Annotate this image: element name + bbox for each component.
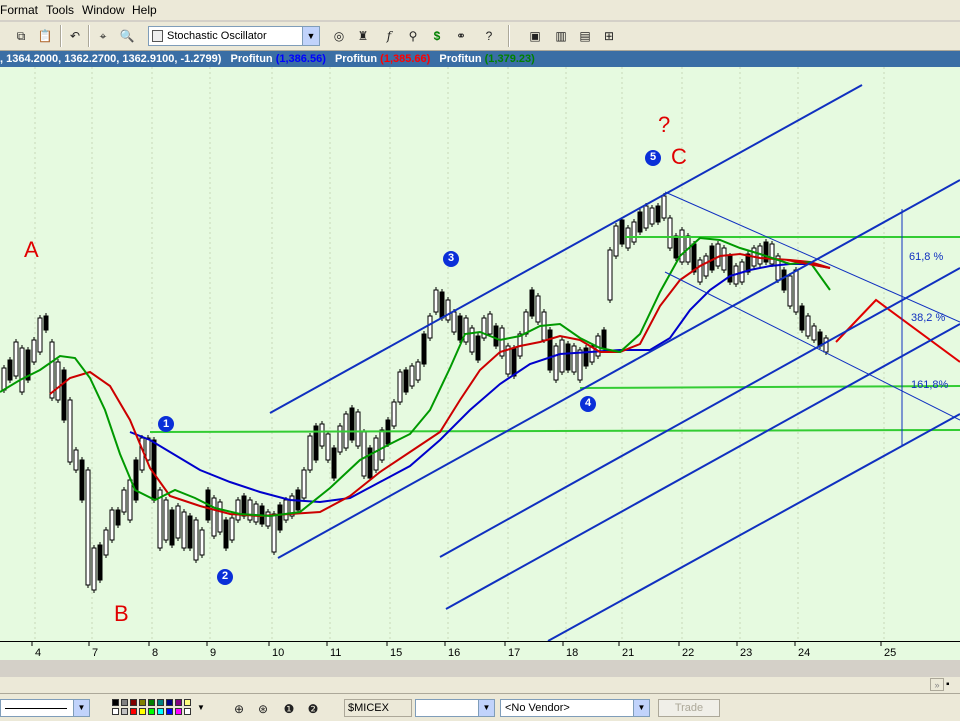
insert-function-icon[interactable]: f: [380, 27, 398, 45]
indicator1-label: Profitun: [230, 53, 273, 65]
insert-strategy-icon[interactable]: ♜: [354, 27, 372, 45]
x-tick-label: 11: [330, 647, 341, 659]
insert-object-icon[interactable]: ◎: [330, 27, 348, 45]
dollar-icon[interactable]: $: [428, 27, 446, 45]
page-1-icon[interactable]: ❶: [280, 700, 298, 718]
chevron-down-icon[interactable]: ▼: [478, 700, 494, 716]
indicator2-value: (1,385.66): [380, 53, 431, 65]
wave-1-label: 1: [162, 418, 170, 430]
indicator3-label: Profitun: [439, 53, 482, 65]
drawing-style-select[interactable]: ▼: [0, 699, 90, 717]
copy-icon[interactable]: ⧉: [12, 27, 30, 45]
help-pointer-icon[interactable]: ?: [480, 27, 498, 45]
x-tick-label: 24: [798, 647, 810, 659]
x-tick-label: 15: [390, 647, 402, 659]
parallel-line-1: [439, 267, 960, 558]
wave-b-label: B: [114, 601, 129, 626]
trade-button[interactable]: Trade: [658, 699, 720, 717]
x-tick-label: 7: [92, 647, 98, 659]
zoom-icon[interactable]: 🔍: [118, 27, 136, 45]
wave-c-label: C: [671, 144, 687, 169]
indicator-icon: [152, 30, 163, 42]
price-chart[interactable]: 1 2 3 4 5 A B C ? 61,8 % 38,2 % 161,8%: [0, 67, 960, 641]
exchange-select[interactable]: ▼: [415, 699, 495, 717]
globe-refresh-icon[interactable]: ⊛: [254, 700, 272, 718]
menu-bar: Format Tools Window Help: [0, 0, 960, 20]
crosshair-icon[interactable]: ⌖: [94, 27, 112, 45]
x-tick-label: 22: [682, 647, 694, 659]
wave-3-label: 3: [447, 252, 455, 264]
indicator1-value: (1,386.56): [275, 53, 326, 65]
bottom-toolbar: ▼ ▼ ⊕ ⊛ ❶ ❷ $MICEX ▼ <No Vendor> ▼ Trade: [0, 693, 960, 721]
support-line: [149, 429, 960, 433]
indicator-select[interactable]: Stochastic Oscillator ▼: [148, 26, 320, 46]
chevron-down-icon[interactable]: ▼: [73, 700, 89, 716]
fib-382-label: 38,2 %: [911, 312, 946, 324]
x-axis: 4 7 8 9 10 11 15 16 17 18 21 22 23 24 25: [0, 641, 960, 660]
wave-5-label: 5: [649, 151, 657, 163]
symbol-field[interactable]: $MICEX: [344, 699, 412, 717]
wave-4-label: 4: [584, 397, 592, 409]
color-palette[interactable]: [112, 699, 196, 717]
tile-grid-icon[interactable]: ⊞: [600, 27, 618, 45]
menu-window[interactable]: Window: [82, 3, 125, 17]
fib-1618-label: 161,8%: [911, 379, 949, 391]
indicator-select-value: Stochastic Oscillator: [167, 30, 267, 42]
chart-canvas: [0, 67, 960, 641]
x-tick-label: 17: [508, 647, 520, 659]
ma-green-line: [0, 236, 831, 518]
projection-line: [835, 298, 960, 363]
scroll-right-icon[interactable]: »: [930, 678, 944, 691]
x-tick-label: 16: [448, 647, 460, 659]
toolbar: ⧉ 📋 ↶ ⌖ 🔍 ◎ ♜ f ⚲ $ ⚭ ? ▣ ▥ ▤ ⊞: [0, 22, 960, 51]
x-tick-label: 10: [272, 647, 284, 659]
palette-dropdown-icon[interactable]: ▼: [197, 703, 205, 712]
wave-a-label: A: [24, 237, 39, 262]
chart-info-bar: , 1364.2000, 1362.2700, 1362.9100, -1.27…: [0, 51, 960, 67]
globe-icon[interactable]: ⊕: [230, 700, 248, 718]
parallel-line-3: [547, 413, 960, 641]
chevron-down-icon[interactable]: ▼: [302, 27, 319, 45]
wave-2-label: 2: [221, 570, 229, 582]
vendor-select-value: <No Vendor>: [505, 702, 570, 714]
question-mark-label: ?: [658, 112, 671, 137]
horizontal-scrollbar[interactable]: » ▪: [0, 677, 960, 693]
parallel-line-2: [445, 323, 960, 610]
cascade-windows-icon[interactable]: ▣: [526, 27, 544, 45]
ma-blue-line: [129, 263, 831, 504]
fan-line-2: [664, 271, 960, 421]
page-2-icon[interactable]: ❷: [304, 700, 322, 718]
menu-format[interactable]: Format: [0, 3, 38, 17]
x-tick-label: 21: [622, 647, 634, 659]
fib-1618-line: [579, 385, 960, 389]
menu-tools[interactable]: Tools: [46, 3, 74, 17]
resize-grip-icon[interactable]: ▪: [946, 678, 960, 691]
tile-horizontal-icon[interactable]: ▤: [576, 27, 594, 45]
fib-618-label: 61,8 %: [909, 251, 944, 263]
paste-icon[interactable]: 📋: [36, 27, 54, 45]
undo-icon[interactable]: ↶: [66, 27, 84, 45]
x-tick-label: 18: [566, 647, 578, 659]
vendor-select[interactable]: <No Vendor> ▼: [500, 699, 650, 717]
insert-indicator-icon[interactable]: ⚲: [404, 27, 422, 45]
x-tick-label: 9: [210, 647, 216, 659]
menu-help[interactable]: Help: [132, 3, 157, 17]
binoculars-icon[interactable]: ⚭: [452, 27, 470, 45]
ohlc-values: , 1364.2000, 1362.2700, 1362.9100, -1.27…: [0, 53, 222, 65]
x-tick-label: 25: [884, 647, 896, 659]
indicator2-label: Profitun: [334, 53, 378, 65]
chevron-down-icon[interactable]: ▼: [633, 700, 649, 716]
indicator3-value: (1,379.23): [484, 53, 535, 65]
x-tick-label: 23: [740, 647, 752, 659]
x-tick-label: 8: [152, 647, 158, 659]
x-tick-label: 4: [35, 647, 41, 659]
tile-vertical-icon[interactable]: ▥: [552, 27, 570, 45]
